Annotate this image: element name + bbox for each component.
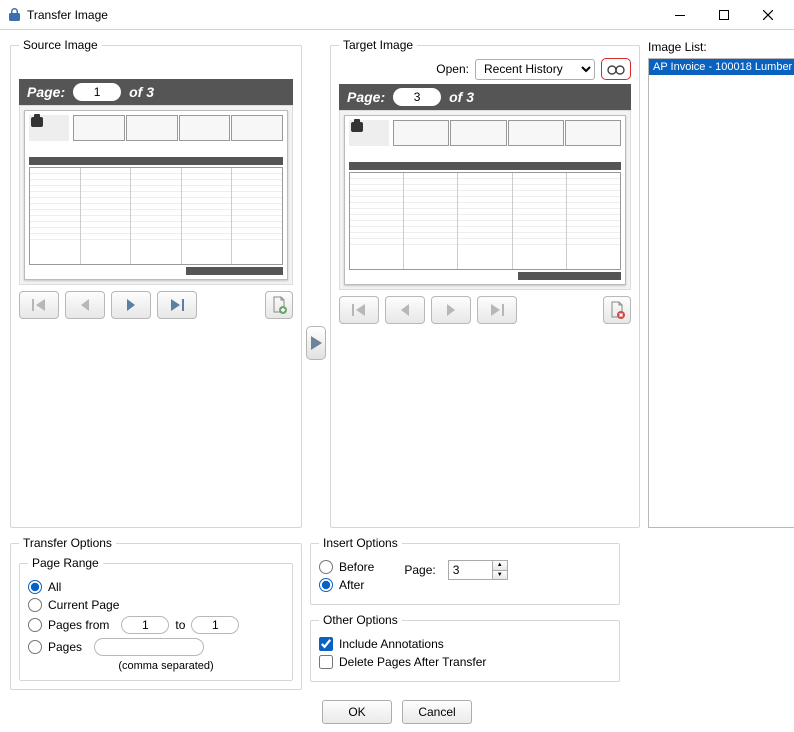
target-page-bar: Page: 3 of 3 [339, 84, 631, 110]
target-prev-page-button[interactable] [385, 296, 425, 324]
source-page-number: 1 [73, 83, 121, 101]
source-prev-page-button[interactable] [65, 291, 105, 319]
page-range-from-input[interactable] [121, 616, 169, 634]
ok-button[interactable]: OK [322, 700, 392, 724]
source-page-bar: Page: 1 of 3 [19, 79, 293, 105]
other-options-group: Other Options Include Annotations Delete… [310, 613, 620, 682]
delete-after-label: Delete Pages After Transfer [339, 655, 486, 669]
insert-before-label: Before [339, 560, 374, 574]
insert-options-legend: Insert Options [319, 536, 402, 550]
delete-after-checkbox[interactable] [319, 655, 333, 669]
title-bar: Transfer Image [0, 0, 794, 30]
page-range-from-radio[interactable] [28, 618, 42, 632]
recent-history-select[interactable]: Recent History [475, 59, 595, 80]
transfer-options-legend: Transfer Options [19, 536, 116, 550]
transfer-arrow-icon [306, 326, 326, 360]
page-range-hint: (comma separated) [48, 660, 284, 672]
transfer-options-group: Transfer Options Page Range All Current … [10, 536, 302, 690]
cancel-button[interactable]: Cancel [402, 700, 472, 724]
window-title: Transfer Image [27, 8, 658, 22]
close-button[interactable] [746, 1, 790, 29]
source-preview [19, 105, 293, 285]
binoculars-icon [607, 63, 625, 75]
source-page-of: of 3 [129, 84, 154, 100]
page-range-pages-radio[interactable] [28, 640, 42, 654]
open-label: Open: [436, 62, 469, 76]
target-image-group: Target Image Open: Recent History Page: … [330, 38, 640, 528]
page-range-all-radio[interactable] [28, 580, 42, 594]
insert-options-group: Insert Options Before After Page: [310, 536, 620, 605]
maximize-button[interactable] [702, 1, 746, 29]
page-range-group: Page Range All Current Page Pages from t… [19, 556, 293, 681]
page-range-to-input[interactable] [191, 616, 239, 634]
source-legend: Source Image [19, 38, 102, 52]
other-options-legend: Other Options [319, 613, 402, 627]
source-image-group: Source Image Page: 1 of 3 [10, 38, 302, 528]
insert-before-radio[interactable] [319, 560, 333, 574]
target-legend: Target Image [339, 38, 417, 52]
image-list[interactable]: AP Invoice - 100018 Lumber Cuts [648, 58, 794, 528]
target-last-page-button[interactable] [477, 296, 517, 324]
minimize-button[interactable] [658, 1, 702, 29]
insert-page-step-up[interactable]: ▲ [493, 561, 507, 571]
page-range-current-label: Current Page [48, 598, 119, 612]
target-next-page-button[interactable] [431, 296, 471, 324]
insert-page-label: Page: [404, 563, 435, 577]
source-last-page-button[interactable] [157, 291, 197, 319]
source-add-page-button[interactable] [265, 291, 293, 319]
page-range-all-label: All [48, 580, 61, 594]
insert-page-step-down[interactable]: ▼ [493, 571, 507, 580]
view-button[interactable] [601, 58, 631, 80]
page-range-to-label: to [175, 618, 185, 632]
target-preview [339, 110, 631, 290]
target-page-label: Page: [347, 89, 385, 105]
list-item[interactable]: AP Invoice - 100018 Lumber Cuts [649, 59, 794, 75]
page-range-from-label: Pages from [48, 618, 109, 632]
target-first-page-button[interactable] [339, 296, 379, 324]
source-first-page-button[interactable] [19, 291, 59, 319]
source-page-label: Page: [27, 84, 65, 100]
target-remove-page-button[interactable] [603, 296, 631, 324]
include-annotations-checkbox[interactable] [319, 637, 333, 651]
lock-icon [8, 7, 21, 22]
source-next-page-button[interactable] [111, 291, 151, 319]
page-range-pages-input[interactable] [94, 638, 204, 656]
target-page-of: of 3 [449, 89, 474, 105]
insert-page-input[interactable] [448, 560, 492, 580]
page-range-pages-label: Pages [48, 640, 82, 654]
include-annotations-label: Include Annotations [339, 637, 444, 651]
insert-after-label: After [339, 578, 364, 592]
target-page-number: 3 [393, 88, 441, 106]
page-range-current-radio[interactable] [28, 598, 42, 612]
page-range-legend: Page Range [28, 556, 103, 570]
insert-after-radio[interactable] [319, 578, 333, 592]
image-list-label: Image List: [648, 40, 707, 54]
